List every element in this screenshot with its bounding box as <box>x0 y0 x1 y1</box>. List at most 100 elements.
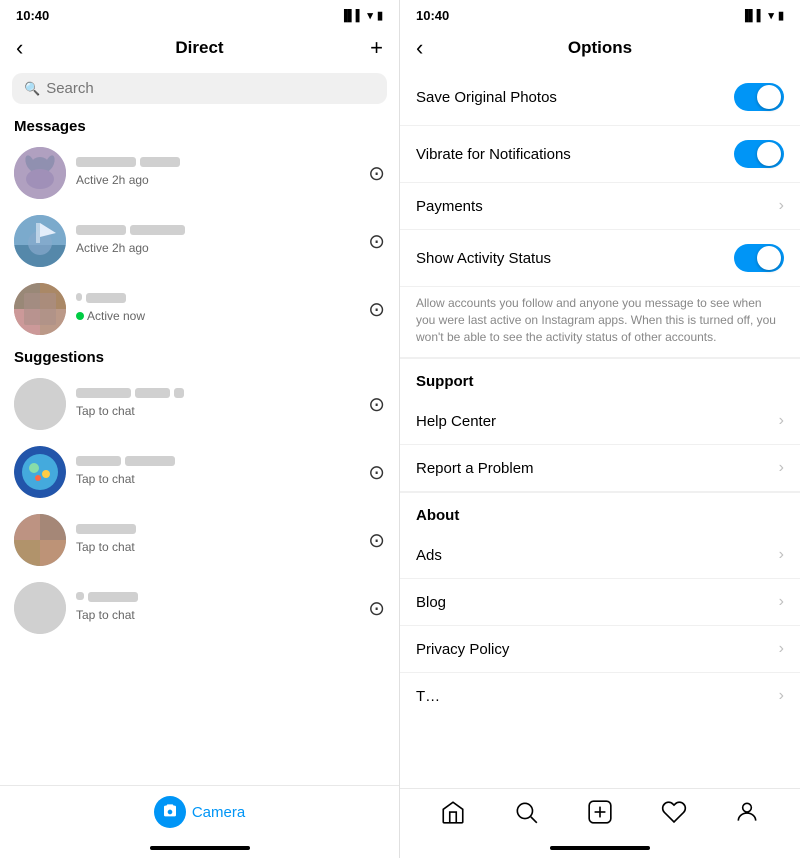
vibrate-label: Vibrate for Notifications <box>416 146 571 163</box>
blog-chevron: › <box>779 593 784 611</box>
ads-label: Ads <box>416 547 442 564</box>
avatar-2 <box>14 215 66 267</box>
support-section: Support Help Center › Report a Problem › <box>400 358 800 492</box>
toggle-knob-1 <box>757 85 781 109</box>
message-item-2[interactable]: Active 2h ago ⊙ <box>0 207 399 275</box>
home-indicator-right <box>400 838 800 858</box>
help-center-label: Help Center <box>416 413 496 430</box>
ads-chevron: › <box>779 546 784 564</box>
bottom-bar-left: Camera <box>0 785 399 838</box>
avatar-3 <box>14 283 66 335</box>
report-problem-chevron: › <box>779 459 784 477</box>
about-section: About Ads › Blog › Privacy Policy › T… › <box>400 492 800 719</box>
message-status-3: Active now <box>76 309 145 323</box>
camera-label: Camera <box>192 804 245 821</box>
support-header: Support <box>400 359 800 398</box>
about-header: About <box>400 493 800 532</box>
home-bar-left <box>150 846 250 850</box>
sugg-name-3 <box>76 524 136 534</box>
wifi-icon-right: ▾ <box>768 9 774 22</box>
blog-row[interactable]: Blog › <box>400 579 800 626</box>
battery-icon: ▮ <box>377 9 383 22</box>
suggestion-content-4: Tap to chat <box>76 592 368 624</box>
suggestion-item-2[interactable]: Tap to chat ⊙ <box>0 438 399 506</box>
search-nav-icon[interactable] <box>513 799 539 830</box>
help-center-row[interactable]: Help Center › <box>400 398 800 445</box>
message-content-1: Active 2h ago <box>76 157 368 189</box>
terms-chevron: › <box>779 687 784 705</box>
payments-row[interactable]: Payments › <box>400 183 800 230</box>
avatar-1 <box>14 147 66 199</box>
camera-icon-s3[interactable]: ⊙ <box>368 528 385 553</box>
blurred-name-3a <box>76 293 82 301</box>
report-problem-row[interactable]: Report a Problem › <box>400 445 800 492</box>
page-title-left: Direct <box>175 38 223 58</box>
activity-label: Show Activity Status <box>416 250 551 267</box>
toggle-knob-2 <box>757 142 781 166</box>
blog-label: Blog <box>416 594 446 611</box>
save-photos-toggle[interactable] <box>734 83 784 111</box>
suggestions-section-label: Suggestions <box>0 343 399 370</box>
compose-button[interactable]: + <box>370 35 383 61</box>
vibrate-toggle[interactable] <box>734 140 784 168</box>
blurred-name-2 <box>76 225 126 235</box>
activity-toggle[interactable] <box>734 244 784 272</box>
message-content-2: Active 2h ago <box>76 225 368 257</box>
save-photos-label: Save Original Photos <box>416 89 557 106</box>
nav-bar-right: ‹ Options <box>400 27 800 69</box>
home-bar-right <box>550 846 650 850</box>
camera-icon-s2[interactable]: ⊙ <box>368 460 385 485</box>
avatar-s3 <box>14 514 66 566</box>
status-bar-right: 10:40 ▐▌▌ ▾ ▮ <box>400 0 800 27</box>
status-icons-right: ▐▌▌ ▾ ▮ <box>741 9 784 22</box>
heart-nav-icon[interactable] <box>661 799 687 830</box>
bottom-nav-items <box>400 795 800 834</box>
suggestion-item-4[interactable]: Tap to chat ⊙ <box>0 574 399 642</box>
page-title-right: Options <box>568 38 632 58</box>
add-nav-icon[interactable] <box>587 799 613 830</box>
suggestion-content-3: Tap to chat <box>76 524 368 556</box>
suggestion-item-3[interactable]: Tap to chat ⊙ <box>0 506 399 574</box>
active-dot <box>76 312 84 320</box>
privacy-label: Privacy Policy <box>416 641 509 658</box>
privacy-chevron: › <box>779 640 784 658</box>
sugg-name-1b <box>135 388 170 398</box>
terms-row[interactable]: T… › <box>400 673 800 719</box>
privacy-row[interactable]: Privacy Policy › <box>400 626 800 673</box>
options-section: Save Original Photos Vibrate for Notific… <box>400 69 800 358</box>
camera-icon-s1[interactable]: ⊙ <box>368 392 385 417</box>
back-button-left[interactable]: ‹ <box>16 35 23 61</box>
camera-icon-1[interactable]: ⊙ <box>368 161 385 186</box>
message-content-3: Active now <box>76 293 368 325</box>
profile-nav-icon[interactable] <box>734 799 760 830</box>
back-button-right[interactable]: ‹ <box>416 35 423 61</box>
sugg-name-1c <box>174 388 184 398</box>
home-indicator-left <box>0 838 399 858</box>
suggestion-content-2: Tap to chat <box>76 456 368 488</box>
activity-description: Allow accounts you follow and anyone you… <box>400 287 800 358</box>
vibrate-row: Vibrate for Notifications <box>400 126 800 183</box>
suggestion-status-2: Tap to chat <box>76 472 135 486</box>
sugg-name-2b <box>125 456 175 466</box>
camera-icon-2[interactable]: ⊙ <box>368 229 385 254</box>
search-input[interactable] <box>46 80 375 97</box>
message-item-1[interactable]: Active 2h ago ⊙ <box>0 139 399 207</box>
toggle-knob-3 <box>757 246 781 270</box>
camera-icon-3[interactable]: ⊙ <box>368 297 385 322</box>
sugg-name-1 <box>76 388 131 398</box>
time-left: 10:40 <box>16 8 49 23</box>
avatar-s4 <box>14 582 66 634</box>
camera-button[interactable]: Camera <box>154 796 245 828</box>
ads-row[interactable]: Ads › <box>400 532 800 579</box>
suggestion-item-1[interactable]: Tap to chat ⊙ <box>0 370 399 438</box>
message-item-3[interactable]: Active now ⊙ <box>0 275 399 343</box>
right-panel: 10:40 ▐▌▌ ▾ ▮ ‹ Options Save Original Ph… <box>400 0 800 858</box>
activity-row: Show Activity Status <box>400 230 800 287</box>
camera-icon-s4[interactable]: ⊙ <box>368 596 385 621</box>
time-right: 10:40 <box>416 8 449 23</box>
home-nav-icon[interactable] <box>440 799 466 830</box>
suggestion-status-4: Tap to chat <box>76 608 135 622</box>
help-center-chevron: › <box>779 412 784 430</box>
report-problem-label: Report a Problem <box>416 460 534 477</box>
search-icon: 🔍 <box>24 81 40 97</box>
